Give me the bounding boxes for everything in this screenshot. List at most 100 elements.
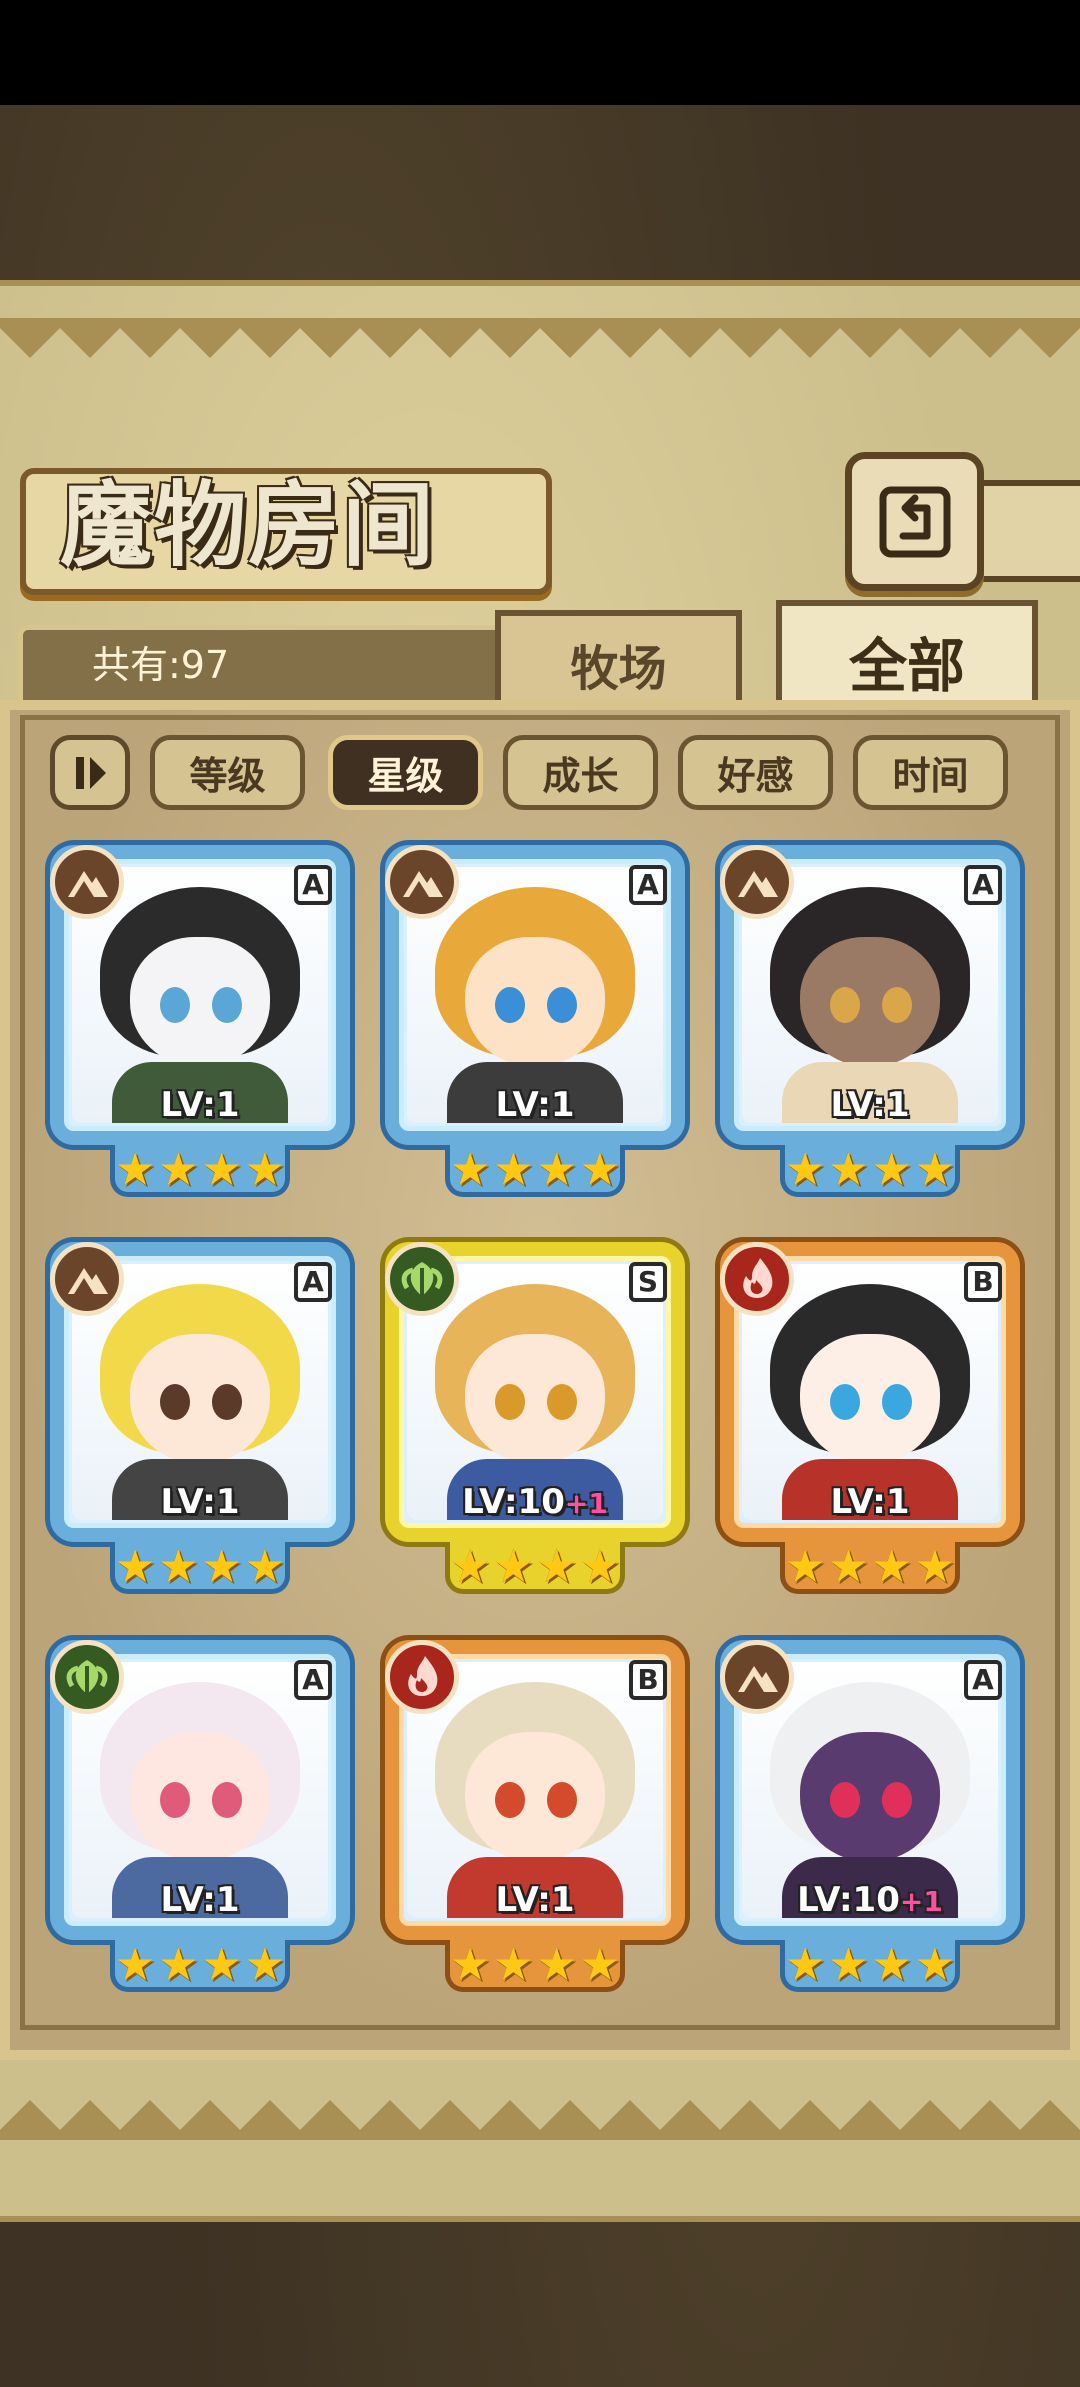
monster-card[interactable]: LV:10+1 A ★ ★ ★ ★: [720, 1640, 1020, 1995]
star-rating: ★ ★ ★ ★: [449, 1538, 621, 1593]
monster-card[interactable]: LV:1 A ★ ★ ★ ★: [50, 1242, 350, 1597]
monster-card[interactable]: LV:1 A ★ ★ ★ ★: [720, 845, 1020, 1200]
star-rating: ★ ★ ★ ★: [114, 1141, 286, 1196]
portrait-eye-right: [547, 1384, 577, 1420]
star-icon: ★: [114, 1936, 156, 1991]
monster-card[interactable]: LV:1 A ★ ★ ★ ★: [50, 1640, 350, 1995]
star-icon: ★: [244, 1538, 286, 1593]
star-icon: ★: [579, 1936, 621, 1991]
star-icon: ★: [244, 1936, 286, 1991]
level-text: LV:10: [797, 1880, 900, 1920]
fire-element-badge: [385, 1640, 459, 1714]
monster-level: LV:1: [50, 1880, 350, 1920]
page-title: 魔物房间: [60, 471, 437, 579]
star-icon: ★: [871, 1538, 913, 1593]
back-button[interactable]: [845, 452, 984, 591]
star-icon: ★: [449, 1538, 491, 1593]
level-text: LV:1: [160, 1085, 240, 1125]
portrait-eye-right: [882, 1782, 912, 1818]
star-icon: ★: [492, 1936, 534, 1991]
sort-growth-button[interactable]: 成长: [503, 735, 658, 810]
earth-element-badge: [720, 845, 794, 919]
star-icon: ★: [157, 1538, 199, 1593]
earth-element-badge: [720, 1640, 794, 1714]
sort-affection-button[interactable]: 好感: [678, 735, 833, 810]
monster-card[interactable]: LV:1 A ★ ★ ★ ★: [385, 845, 685, 1200]
portrait-face: [130, 937, 270, 1067]
star-icon: ★: [244, 1141, 286, 1196]
zigzag-border-bottom: [0, 2100, 1080, 2140]
portrait-face: [130, 1732, 270, 1862]
monster-level: LV:1: [385, 1085, 685, 1125]
mountain-icon: [68, 871, 108, 897]
star-icon: ★: [449, 1141, 491, 1196]
star-rating: ★ ★ ★ ★: [449, 1141, 621, 1196]
star-bar: ★ ★ ★ ★: [110, 1940, 290, 1992]
star-bar: ★ ★ ★ ★: [110, 1542, 290, 1594]
rank-badge: B: [964, 1262, 1002, 1302]
portrait-face: [465, 937, 605, 1067]
rank-badge: B: [629, 1660, 667, 1700]
portrait-eye-left: [160, 987, 190, 1023]
monster-card[interactable]: LV:1 B ★ ★ ★ ★: [385, 1640, 685, 1995]
mountain-icon: [403, 871, 443, 897]
portrait-eye-left: [160, 1782, 190, 1818]
monster-level: LV:10+1: [385, 1482, 685, 1522]
portrait-eye-left: [830, 987, 860, 1023]
star-icon: ★: [827, 1936, 869, 1991]
rank-badge: A: [294, 865, 332, 905]
star-icon: ★: [827, 1141, 869, 1196]
star-icon: ★: [201, 1936, 243, 1991]
level-text: LV:1: [830, 1482, 910, 1522]
portrait-eye-left: [495, 1384, 525, 1420]
star-icon: ★: [536, 1936, 578, 1991]
star-icon: ★: [114, 1141, 156, 1196]
star-bar: ★ ★ ★ ★: [445, 1940, 625, 1992]
sort-time-button[interactable]: 时间: [853, 735, 1008, 810]
portrait-face: [800, 937, 940, 1067]
sort-order-icon: [76, 756, 106, 789]
portrait-eye-right: [882, 987, 912, 1023]
status-bar: [0, 0, 1080, 105]
star-icon: ★: [449, 1936, 491, 1991]
portrait-eye-right: [547, 1782, 577, 1818]
sort-level-button[interactable]: 等级: [150, 735, 305, 810]
portrait-eye-left: [495, 1782, 525, 1818]
star-icon: ★: [536, 1141, 578, 1196]
zigzag-border-top: [0, 318, 1080, 358]
leaf-icon: [66, 1660, 108, 1694]
portrait-eye-right: [882, 1384, 912, 1420]
flame-icon: [743, 1258, 773, 1298]
portrait-eye-left: [160, 1384, 190, 1420]
monster-level: LV:1: [385, 1880, 685, 1920]
portrait-face: [800, 1732, 940, 1862]
sort-order-toggle[interactable]: [50, 735, 130, 810]
monster-card[interactable]: LV:10+1 S ★ ★ ★ ★: [385, 1242, 685, 1597]
star-icon: ★: [914, 1141, 956, 1196]
portrait-face: [465, 1732, 605, 1862]
star-icon: ★: [201, 1141, 243, 1196]
portrait-eye-right: [212, 1384, 242, 1420]
star-icon: ★: [914, 1538, 956, 1593]
monster-card[interactable]: LV:1 B ★ ★ ★ ★: [720, 1242, 1020, 1597]
mountain-icon: [68, 1268, 108, 1294]
sort-star-button[interactable]: 星级: [328, 735, 483, 810]
fire-element-badge: [720, 1242, 794, 1316]
level-text: LV:1: [160, 1880, 240, 1920]
star-bar: ★ ★ ★ ★: [445, 1145, 625, 1197]
level-text: LV:1: [830, 1085, 910, 1125]
rank-badge: A: [964, 1660, 1002, 1700]
mountain-icon: [738, 1666, 778, 1692]
star-rating: ★ ★ ★ ★: [115, 1538, 286, 1593]
portrait-eye-right: [212, 987, 242, 1023]
monster-card[interactable]: LV:1 A ★ ★ ★ ★: [50, 845, 350, 1200]
level-bonus: +1: [564, 1487, 608, 1520]
star-bar: ★ ★ ★ ★: [780, 1542, 960, 1594]
rank-badge: A: [294, 1262, 332, 1302]
star-icon: ★: [784, 1141, 826, 1196]
star-icon: ★: [157, 1936, 199, 1991]
monster-count: 共有:97: [92, 643, 230, 687]
portrait-eye-left: [495, 987, 525, 1023]
monster-level: LV:10+1: [720, 1880, 1020, 1920]
portrait-face: [465, 1334, 605, 1464]
